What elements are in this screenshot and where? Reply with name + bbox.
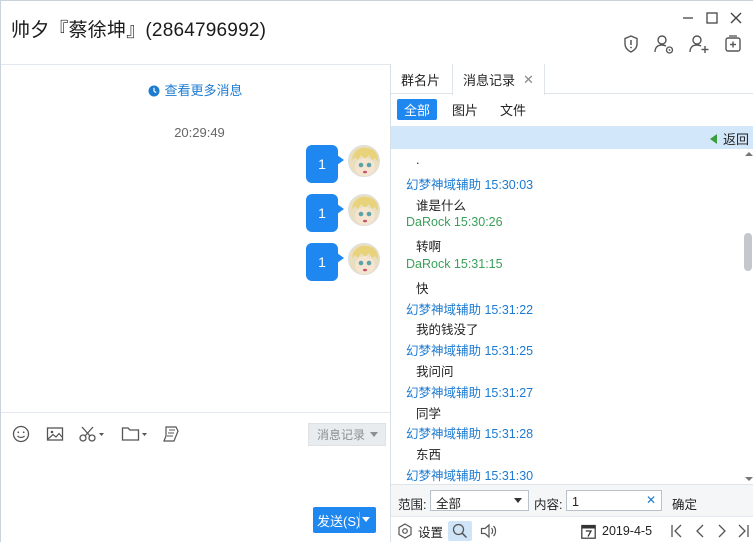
last-page-icon[interactable] (736, 521, 750, 541)
screenshot-scissors-icon[interactable] (79, 423, 105, 445)
side-tabs: 群名片 消息记录 ✕ (391, 64, 753, 95)
message-bubble[interactable]: 1 (306, 243, 344, 281)
log-sender-line: 幻梦神域辅助 15:31:27 (406, 385, 534, 400)
message-row: 1 (306, 145, 380, 185)
message-row: 1 (306, 194, 380, 234)
chevron-down-icon (514, 498, 522, 503)
message-history-button[interactable]: 消息记录 (308, 423, 386, 446)
history-bottom-bar: 设置 2019-4-5 (391, 516, 753, 542)
filter-files[interactable]: 文件 (493, 99, 533, 120)
scroll-thumb[interactable] (744, 233, 752, 271)
gear-icon (398, 523, 412, 539)
range-label: 范围: (398, 498, 427, 512)
message-input-area[interactable]: 消息记录 发送(S) (1, 412, 390, 542)
log-sender-line: 幻梦神域辅助 15:31:25 (406, 344, 534, 359)
group-settings-icon[interactable] (652, 32, 676, 56)
log-message-text: 谁是什么 (416, 198, 467, 213)
send-button[interactable]: 发送(S) (313, 507, 376, 533)
next-page-icon[interactable] (716, 521, 728, 541)
calendar-date-picker[interactable]: 2019-4-5 (581, 521, 652, 541)
log-sender-line: 幻梦神域辅助 15:31:22 (406, 302, 534, 317)
close-tab-icon[interactable]: ✕ (523, 72, 534, 88)
confirm-search-button[interactable]: 确定 (672, 494, 697, 513)
volume-icon[interactable] (480, 521, 498, 541)
tab-message-history[interactable]: 消息记录 ✕ (452, 64, 545, 95)
settings-button[interactable]: 设置 (397, 521, 443, 541)
more-messages-label: 查看更多消息 (164, 83, 243, 98)
message-bubble[interactable]: 1 (306, 145, 344, 183)
chat-messages-pane: 查看更多消息 20:29:49 1 1 1 (1, 64, 390, 412)
add-member-icon[interactable] (687, 32, 711, 56)
send-label: 发送(S) (317, 513, 361, 529)
filter-images[interactable]: 图片 (445, 99, 485, 120)
scroll-down-icon[interactable] (745, 477, 753, 481)
send-divider (359, 512, 360, 528)
tab-message-history-label: 消息记录 (463, 73, 516, 88)
chat-title: 帅夕『蔡徐坤』(2864796992) (11, 20, 267, 41)
side-panel: 群名片 消息记录 ✕ 全部 图片 文件 返回 . 幻梦神域辅助 15:30:03 谁… (390, 64, 753, 542)
send-options-icon[interactable] (362, 517, 370, 522)
search-icon[interactable] (448, 521, 472, 541)
current-date: 2019-4-5 (602, 524, 653, 538)
avatar[interactable] (348, 145, 380, 177)
history-scrollbar[interactable] (742, 149, 753, 484)
log-sender-line: 幻梦神域辅助 15:30:03 (406, 177, 534, 192)
chevron-down-icon (370, 432, 378, 437)
history-search-row: 范围: 全部 内容: ✕ 确定 (391, 484, 753, 516)
log-sender-line: DaRock 15:30:26 (406, 215, 503, 230)
log-message-text: 转啊 (416, 240, 442, 255)
log-sender-line: DaRock 15:31:15 (406, 257, 503, 271)
image-icon[interactable] (46, 423, 64, 445)
prev-page-icon[interactable] (694, 521, 706, 541)
emoji-icon[interactable] (12, 423, 30, 445)
maximize-icon[interactable] (703, 10, 721, 26)
avatar[interactable] (348, 243, 380, 275)
add-app-icon[interactable] (721, 32, 745, 56)
message-history-label: 消息记录 (317, 428, 366, 442)
message-timestamp: 20:29:49 (174, 125, 225, 140)
range-select-value: 全部 (436, 497, 462, 511)
content-label: 内容: (534, 498, 563, 512)
message-row: 1 (306, 243, 380, 283)
range-select[interactable]: 全部 (430, 490, 529, 511)
first-page-icon[interactable] (670, 521, 684, 541)
history-filters: 全部 图片 文件 (391, 94, 753, 126)
log-message-text: . (416, 153, 420, 167)
scroll-up-icon[interactable] (745, 152, 753, 156)
folder-icon[interactable] (121, 423, 149, 445)
shield-icon[interactable] (619, 32, 643, 56)
filter-all[interactable]: 全部 (397, 99, 437, 120)
log-sender-line: 幻梦神域辅助 15:31:30 (406, 469, 534, 483)
log-message-text: 东西 (416, 448, 442, 463)
ticket-icon[interactable] (162, 423, 180, 445)
log-message-text: 我的钱没了 (416, 323, 479, 338)
tab-group-card-label: 群名片 (401, 72, 441, 88)
clock-icon (148, 85, 160, 100)
avatar[interactable] (348, 194, 380, 226)
back-arrow-icon (709, 133, 717, 144)
tab-group-card[interactable]: 群名片 (401, 64, 440, 94)
log-message-text: 同学 (416, 406, 442, 421)
clear-search-icon[interactable]: ✕ (646, 493, 656, 507)
settings-label: 设置 (418, 525, 444, 540)
back-button[interactable]: 返回 (709, 129, 749, 148)
history-log: . 幻梦神域辅助 15:30:03 谁是什么 DaRock 15:30:26 转啊 DaR… (391, 149, 741, 484)
log-message-text: 快 (416, 281, 429, 296)
minimize-icon[interactable] (679, 10, 697, 26)
history-header-bar: 返回 (391, 126, 753, 149)
log-sender-line: 幻梦神域辅助 15:31:28 (406, 427, 534, 442)
log-message-text: 我问问 (416, 365, 454, 379)
more-messages-link[interactable]: 查看更多消息 (1, 80, 390, 100)
chat-window: 帅夕『蔡徐坤』(2864796992) 查看更多消息 20:29:49 1 1 … (0, 0, 753, 542)
message-bubble[interactable]: 1 (306, 194, 344, 232)
close-icon[interactable] (727, 10, 745, 26)
calendar-icon (581, 524, 596, 539)
back-label: 返回 (722, 132, 749, 147)
title-bar: 帅夕『蔡徐坤』(2864796992) (1, 1, 753, 64)
